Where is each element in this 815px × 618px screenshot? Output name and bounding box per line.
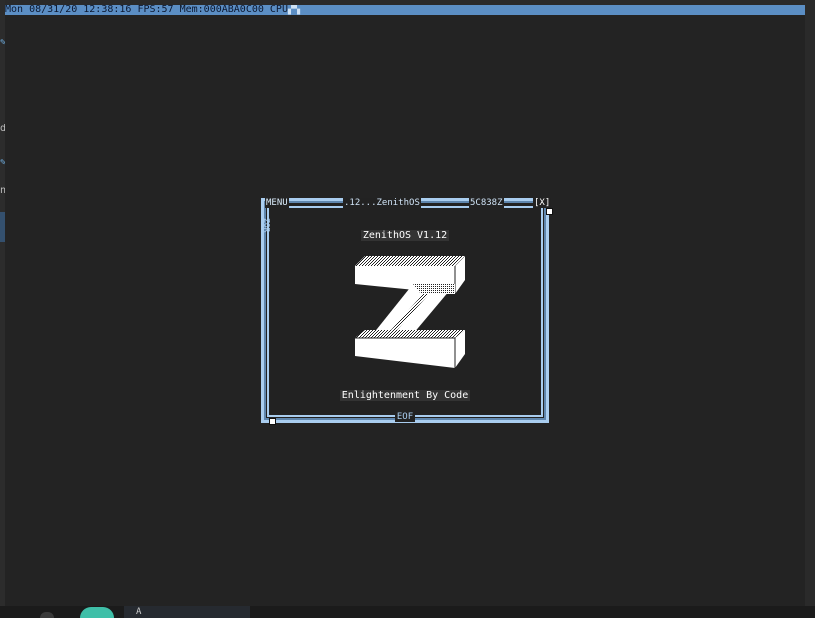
taskbar-tab[interactable]	[124, 606, 250, 618]
taskbar-button[interactable]	[40, 612, 54, 618]
about-window[interactable]: MENU .12...ZenithOS 5C838Z [X] ZOR Zenit…	[261, 198, 553, 425]
taskbar-tab-label: A	[136, 607, 142, 617]
menu-button[interactable]: MENU	[265, 198, 289, 208]
host-taskbar	[0, 606, 815, 618]
window-footer: EOF	[394, 412, 416, 422]
resize-handle-top-right[interactable]	[546, 208, 553, 215]
host-desktop: ✎ d ✎ n Mon 08/31/20 12:38:16 FPS:57 Mem…	[0, 0, 815, 618]
window-coords: 5C838Z	[469, 198, 504, 208]
zenith-z-logo-icon	[355, 256, 465, 368]
close-button[interactable]: [X]	[533, 198, 552, 208]
status-text: Mon 08/31/20 12:38:16 FPS:57 Mem:000ABA0…	[5, 5, 288, 15]
status-bar: Mon 08/31/20 12:38:16 FPS:57 Mem:000ABA0…	[5, 5, 805, 15]
window-title-bar[interactable]: MENU .12...ZenithOS 5C838Z [X]	[261, 198, 552, 208]
app-title: ZenithOS V1.12	[360, 230, 450, 241]
zenithos-screen[interactable]: Mon 08/31/20 12:38:16 FPS:57 Mem:000ABA0…	[5, 5, 805, 606]
app-launcher-icon[interactable]	[80, 607, 114, 618]
tagline: Enlightenment By Code	[339, 390, 471, 401]
window-title: .12...ZenithOS	[343, 198, 421, 208]
cpu-graph: ▞▚	[287, 5, 301, 15]
